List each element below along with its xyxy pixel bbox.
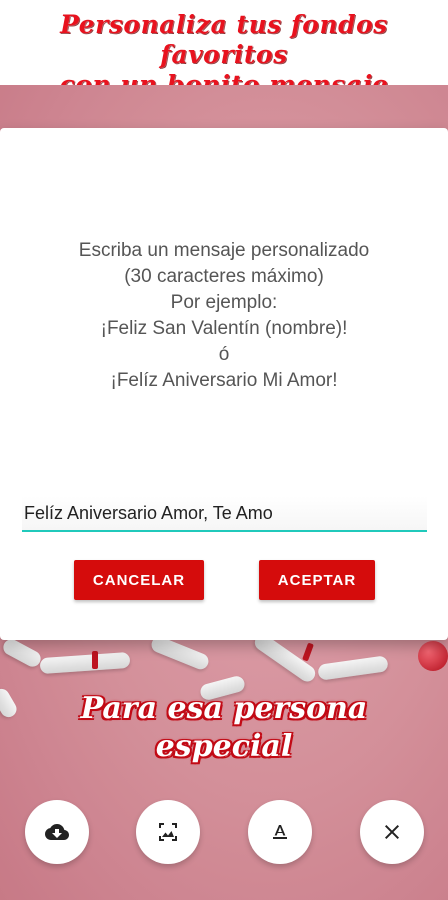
text-format-icon <box>273 825 287 839</box>
message-input[interactable] <box>22 496 427 530</box>
message-input-container <box>22 496 427 532</box>
banner-title-line-1: Personaliza tus fondos favoritos <box>60 10 388 69</box>
image-crop-icon <box>159 823 177 841</box>
message-dialog: Escriba un mensaje personalizado (30 car… <box>0 128 448 640</box>
close-button[interactable] <box>360 800 424 864</box>
dialog-message-line: Por ejemplo: <box>170 292 278 313</box>
wallpaper-caption-line-1: Para esa persona <box>80 691 368 726</box>
wallpaper-caption: Para esa persona especial <box>0 690 448 766</box>
change-image-button[interactable] <box>136 800 200 864</box>
wallpaper-caption-line-2: especial <box>155 729 293 764</box>
close-icon <box>385 825 399 839</box>
dialog-message: Escriba un mensaje personalizado (30 car… <box>0 238 448 394</box>
cloud-download-icon <box>45 824 69 840</box>
top-banner: Personaliza tus fondos favoritos con un … <box>0 0 448 99</box>
accept-button[interactable]: ACEPTAR <box>259 560 375 600</box>
cancel-button[interactable]: CANCELAR <box>74 560 204 600</box>
edit-text-button[interactable] <box>248 800 312 864</box>
dialog-message-line: (30 caracteres máximo) <box>124 266 324 287</box>
dialog-message-line: Escriba un mensaje personalizado <box>78 240 370 261</box>
dialog-message-line: ¡Feliz San Valentín (nombre)! <box>100 318 348 339</box>
dialog-message-line: ó <box>218 344 230 365</box>
dialog-message-line: ¡Felíz Aniversario Mi Amor! <box>110 370 338 391</box>
download-button[interactable] <box>25 800 89 864</box>
